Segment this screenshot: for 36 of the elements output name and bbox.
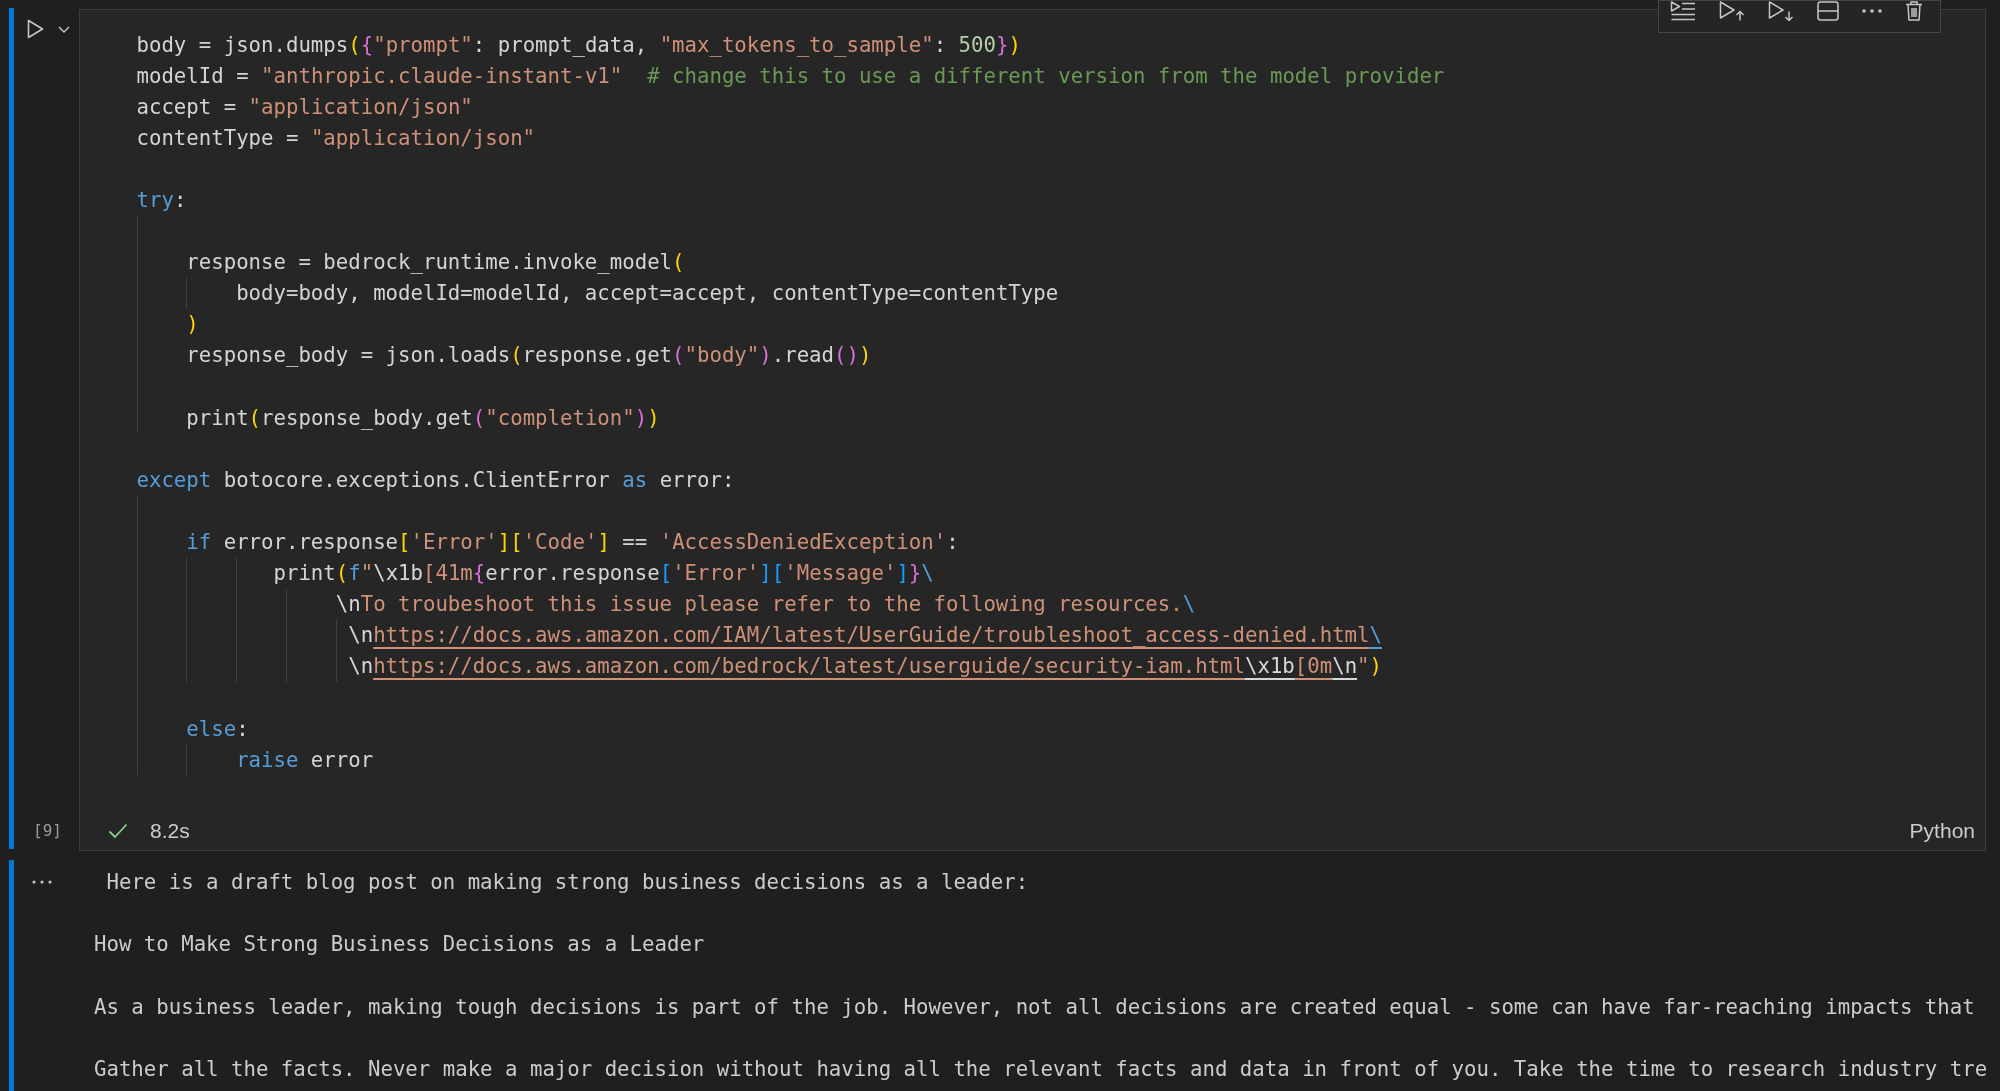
chevron-down-icon[interactable] <box>58 25 70 33</box>
code-line: response = bedrock_runtime.invoke_model( <box>186 250 685 275</box>
code-line: contentType = "application/json" <box>136 125 536 150</box>
code-line: try: <box>136 188 187 212</box>
code-line: \nhttps://docs.aws.amazon.com/bedrock/latest/userguide/security-iam.html\x1b[0m\n") <box>348 654 1383 679</box>
code-line: else: <box>186 716 249 741</box>
language-label[interactable]: Python <box>1909 815 1975 847</box>
play-lines-icon[interactable] <box>1670 1 1696 21</box>
link[interactable]: https://docs.aws.amazon.com/IAM/latest/UserGuide/troubleshoot_access-denied.html\ <box>373 623 1382 648</box>
output-text: As a business leader, making tough decisions is part of the job. However, not all decisions are created equal - some can have far-reaching impacts that <box>94 994 1975 1019</box>
more-icon[interactable] <box>1862 9 1882 13</box>
code-line: print(f"\x1b[41m{error.response['Error']['Message']}\ <box>273 561 934 586</box>
link[interactable]: https://docs.aws.amazon.com/bedrock/latest/userguide/security-iam.html\x1b[0m\n <box>373 654 1358 679</box>
output-text: Here is a draft blog post on making strong business decisions as a leader: <box>106 870 1029 895</box>
code-line: print(response_body.get("completion")) <box>186 405 660 430</box>
code-line: modelId = "anthropic.claude-instant-v1" # change this to use a different version from the model provider <box>136 63 1445 88</box>
play-up-arrow-icon[interactable] <box>1719 1 1745 21</box>
play-icon[interactable] <box>27 19 44 39</box>
code-line: if error.response['Error']['Code'] == 'AccessDeniedException': <box>186 530 959 555</box>
code-line: except botocore.exceptions.ClientError as error: <box>136 467 735 492</box>
output-text: How to Make Strong Business Decisions as a Leader <box>94 932 705 957</box>
code-line: response_body = json.loads(response.get("body").read()) <box>186 343 872 368</box>
code-line: body=body, modelId=modelId, accept=accept, contentType=contentType <box>236 281 1059 306</box>
code-line: \nTo troubeshoot this issue please refer to the following resources.\ <box>335 592 1196 617</box>
code-line: \nhttps://docs.aws.amazon.com/IAM/latest/UserGuide/troubleshoot_access-denied.html\ <box>348 623 1382 648</box>
output-text: Gather all the facts. Never make a major decision without having all the relevant facts and data in front of you. Take the time to research industry tre <box>94 1056 1988 1081</box>
code-line: raise error <box>236 747 374 772</box>
play-down-arrow-icon[interactable] <box>1768 1 1794 21</box>
execution-time: 8.2s <box>150 818 190 845</box>
code-line: accept = "application/json" <box>136 94 473 119</box>
more-icon[interactable] <box>32 880 52 885</box>
code-line: body = json.dumps({"prompt": prompt_data, "max_tokens_to_sample": 500}) <box>136 32 1021 57</box>
execution-count: [9] <box>33 820 62 842</box>
trash-icon[interactable] <box>1905 1 1923 21</box>
code-line: ) <box>186 312 199 337</box>
split-rectangle-icon[interactable] <box>1817 1 1839 21</box>
